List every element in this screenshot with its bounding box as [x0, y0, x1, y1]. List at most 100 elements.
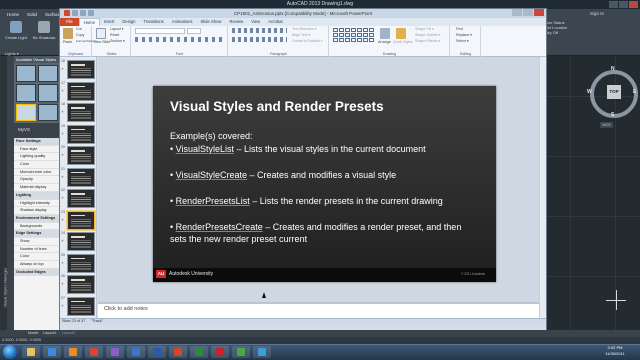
visual-style-thumbnail[interactable]: [38, 84, 58, 102]
find-button[interactable]: Find: [456, 27, 463, 31]
taskbar-app-button[interactable]: [232, 346, 250, 358]
slide-thumbnail-image[interactable]: [67, 189, 95, 208]
slide-thumbnail-image[interactable]: [67, 124, 95, 144]
arrange-icon[interactable]: [380, 28, 390, 39]
reset-button[interactable]: Reset: [110, 33, 119, 37]
select-button[interactable]: Select ▾: [456, 39, 469, 43]
current-slide[interactable]: [153, 86, 496, 282]
close-button[interactable]: [629, 1, 638, 8]
slide-thumbnail[interactable]: 20 ✶: [60, 145, 97, 167]
property-row[interactable]: Monochrome color: [14, 169, 60, 177]
shape-outline-button[interactable]: Shape Outline ▾: [415, 33, 441, 37]
taskbar-app-button[interactable]: [148, 346, 166, 358]
slide-thumbnail-image[interactable]: [67, 167, 95, 187]
ppt-tab-slide-show[interactable]: Slide Show: [197, 18, 226, 26]
viewcube-north-label[interactable]: N: [611, 66, 615, 72]
taskbar-app-button[interactable]: [43, 346, 61, 358]
slide-thumbnail-image[interactable]: [67, 253, 95, 273]
minimize-button[interactable]: [512, 9, 522, 16]
property-row[interactable]: Backgrounds: [14, 223, 60, 231]
paste-icon[interactable]: [63, 28, 73, 39]
convert-to-smartart-button[interactable]: Convert to SmartArt ▾: [292, 39, 323, 43]
slide-thumbnail[interactable]: 22 ✶: [60, 188, 97, 210]
vertical-scrollbar[interactable]: [539, 57, 546, 318]
slide-thumbnail-image[interactable]: [67, 210, 95, 230]
align-text-button[interactable]: Align Text ▾: [292, 33, 310, 37]
ppt-tab-design[interactable]: Design: [118, 18, 139, 26]
quick-styles-button[interactable]: Quick Styles: [393, 40, 413, 44]
tab-layout1[interactable]: Layout1: [43, 330, 57, 337]
close-button[interactable]: [534, 9, 544, 16]
viewcube[interactable]: TOP: [590, 70, 638, 118]
font-name-box[interactable]: [135, 28, 185, 34]
property-row[interactable]: Always on top: [14, 261, 60, 269]
bullet-item[interactable]: • VisualStyleList – Lists the visual sty…: [170, 143, 426, 155]
taskbar-app-button[interactable]: [253, 346, 271, 358]
bullet-item[interactable]: • RenderPresetsCreate – Creates and modi…: [170, 221, 461, 233]
alignment-buttons[interactable]: [232, 37, 287, 42]
taskbar-app-button[interactable]: [190, 346, 208, 358]
slide-thumbnail[interactable]: 25 ✶: [60, 253, 97, 275]
paste-button[interactable]: Paste: [63, 40, 72, 44]
ppt-tab-transitions[interactable]: Transitions: [139, 18, 167, 26]
bullet-continuation[interactable]: sets the new render preset current: [170, 233, 307, 245]
visual-style-thumbnail[interactable]: [16, 84, 36, 102]
property-row[interactable]: Color: [14, 161, 60, 169]
ppt-tab-animations[interactable]: Animations: [168, 18, 197, 26]
ppt-tab-view[interactable]: View: [247, 18, 264, 26]
shape-effects-button[interactable]: Shape Effects ▾: [415, 39, 440, 43]
start-button[interactable]: [3, 345, 17, 359]
slide-thumbnail-image[interactable]: [67, 60, 95, 79]
section-button[interactable]: Section ▾: [110, 39, 125, 43]
font-size-box[interactable]: [187, 28, 201, 34]
property-section-header[interactable]: Environment Settings: [14, 214, 60, 223]
minimize-button[interactable]: [609, 1, 618, 8]
tab-model[interactable]: Model: [28, 330, 38, 337]
property-section-header[interactable]: Lighting: [14, 191, 60, 200]
taskbar-app-button[interactable]: [106, 346, 124, 358]
slide-thumbnail[interactable]: 27 ✶: [60, 296, 97, 318]
viewcube-east-label[interactable]: E: [633, 89, 636, 95]
slide-thumbnail-image[interactable]: [67, 146, 95, 165]
notes-pane[interactable]: [98, 302, 539, 318]
taskbar-app-button[interactable]: [22, 346, 40, 358]
property-row[interactable]: Opacity: [14, 176, 60, 185]
slide-thumbnail[interactable]: 18 ✶: [60, 102, 97, 124]
slide-thumbnail[interactable]: 19 ✶: [60, 124, 97, 146]
property-section-header[interactable]: Edge Settings: [14, 230, 60, 238]
shape-fill-button[interactable]: Shape Fill ▾: [415, 27, 434, 31]
slide-thumbnail[interactable]: 16 ✶: [60, 59, 97, 81]
maximize-button[interactable]: [523, 9, 533, 16]
property-row[interactable]: Material display: [14, 184, 60, 192]
text-direction-button[interactable]: Text Direction ▾: [292, 27, 317, 31]
property-section-header[interactable]: Occluded Edges: [14, 268, 60, 277]
ppt-tab-file[interactable]: File: [60, 18, 79, 26]
property-row[interactable]: Color: [14, 253, 60, 261]
taskbar-app-button[interactable]: [211, 346, 229, 358]
powerpoint-logo-icon[interactable]: [64, 10, 70, 16]
autocad-tab[interactable]: Home: [4, 10, 22, 19]
slide-thumbnail-image[interactable]: [67, 103, 95, 122]
visual-style-thumbnail[interactable]: [16, 65, 36, 83]
slide-thumbnail[interactable]: 24 ✶: [60, 231, 97, 253]
cut-button[interactable]: Cut: [76, 27, 82, 31]
copy-button[interactable]: Copy: [76, 33, 84, 37]
taskbar-app-button[interactable]: [169, 346, 187, 358]
bullet-item[interactable]: • VisualStyleCreate – Creates and modifi…: [170, 169, 396, 181]
notes-placeholder[interactable]: Click to add notes: [104, 306, 148, 312]
new-slide-icon[interactable]: [96, 28, 106, 39]
property-row[interactable]: Lighting quality: [14, 153, 60, 162]
slide-thumbnail[interactable]: 26 ✶: [60, 274, 97, 296]
slide-thumbnail[interactable]: 17 ✶: [60, 81, 97, 103]
list-buttons[interactable]: [232, 28, 287, 33]
font-formatting-buttons[interactable]: [135, 37, 223, 42]
slide-thumbnail[interactable]: 23 ✶: [60, 210, 97, 232]
arrange-button[interactable]: Arrange: [378, 40, 391, 44]
quick-styles-icon[interactable]: [396, 28, 406, 39]
slide-thumbnail-image[interactable]: [67, 275, 95, 294]
slide-thumbnail[interactable]: 21 ✶: [60, 167, 97, 189]
tab-layout2[interactable]: Layout2: [62, 330, 76, 337]
visual-style-thumbnail[interactable]: [38, 65, 58, 83]
ppt-tab-insert[interactable]: Insert: [100, 18, 118, 26]
viewcube-west-label[interactable]: W: [587, 89, 592, 95]
